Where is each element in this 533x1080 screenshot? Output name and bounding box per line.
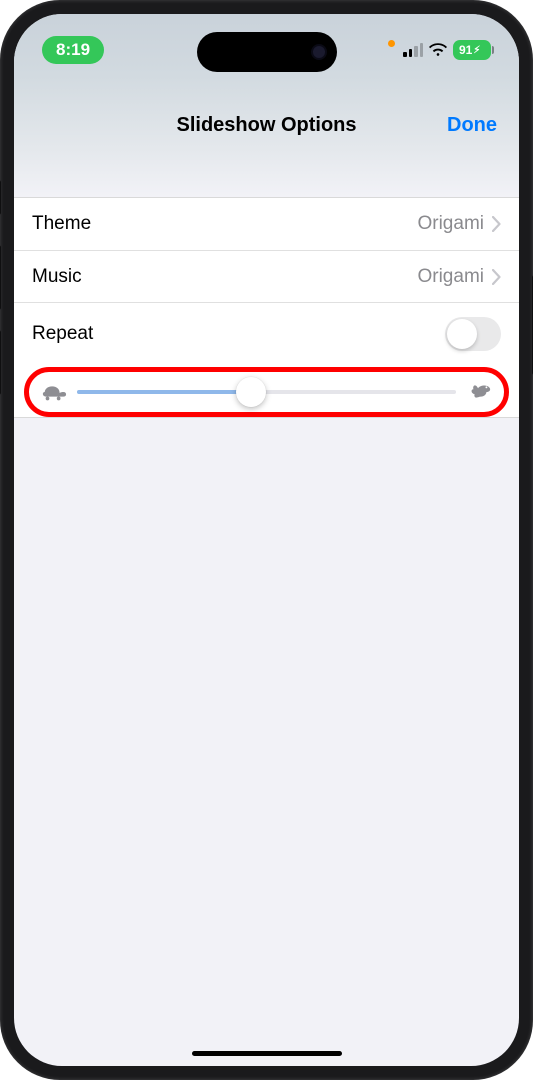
done-button[interactable]: Done [447,114,497,137]
music-value: Origami [417,266,484,288]
battery-icon: 91⚡︎ [453,40,491,60]
wifi-icon [429,43,447,57]
speed-slider[interactable] [77,390,456,394]
slider-thumb[interactable] [236,377,266,407]
music-label: Music [32,266,417,288]
volume-up-button [0,245,1,310]
status-right: 91⚡︎ [388,40,491,61]
status-time[interactable]: 8:19 [42,36,104,64]
theme-label: Theme [32,213,417,235]
slider-fill [77,390,251,394]
repeat-label: Repeat [32,323,445,345]
theme-value: Origami [417,213,484,235]
repeat-toggle[interactable] [445,317,501,351]
screen: 8:19 91⚡︎ Slideshow Options Done Theme [14,14,519,1066]
chevron-right-icon [492,269,501,285]
annotation-highlight [24,367,509,417]
options-list: Theme Origami Music Origami Repeat [14,197,519,418]
music-row[interactable]: Music Origami [14,250,519,302]
nav-header: Slideshow Options Done [14,76,519,197]
toggle-knob [447,319,477,349]
dynamic-island [197,32,337,72]
tortoise-icon [41,382,67,402]
home-indicator[interactable] [192,1051,342,1056]
mute-switch [0,180,1,215]
theme-row[interactable]: Theme Origami [14,198,519,250]
speed-slider-row [37,376,496,408]
camera-icon [311,44,327,60]
battery-text: 91 [459,43,472,57]
volume-down-button [0,330,1,395]
cellular-icon [403,43,423,57]
repeat-row: Repeat [14,302,519,365]
hare-icon [466,382,492,402]
page-title: Slideshow Options [176,114,356,137]
mic-indicator-icon [388,40,395,47]
phone-frame: 8:19 91⚡︎ Slideshow Options Done Theme [0,0,533,1080]
charging-bolt-icon: ⚡︎ [473,45,480,56]
chevron-right-icon [492,216,501,232]
